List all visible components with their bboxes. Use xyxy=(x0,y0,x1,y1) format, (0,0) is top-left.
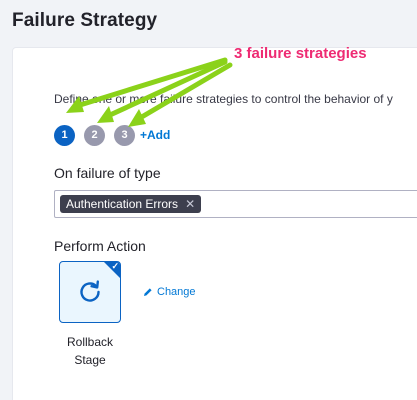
strategy-description: Define one or more failure strategies to… xyxy=(54,92,393,106)
annotation-label: 3 failure strategies xyxy=(234,45,367,62)
action-label-line-2: Stage xyxy=(74,353,106,367)
failure-strategy-page: Failure Strategy Define one or more fail… xyxy=(0,0,417,400)
failure-type-tag: Authentication Errors ✕ xyxy=(60,195,202,213)
check-icon: ✓ xyxy=(111,261,119,271)
pencil-icon xyxy=(144,288,152,296)
close-icon[interactable]: ✕ xyxy=(185,195,195,213)
failure-type-tag-label: Authentication Errors xyxy=(66,197,179,211)
strategy-step-2[interactable]: 2 xyxy=(84,124,105,146)
rollback-stage-tile[interactable]: ✓ xyxy=(59,261,121,323)
perform-action-label: Perform Action xyxy=(54,238,146,254)
rollback-stage-label: Rollback Stage xyxy=(59,333,121,369)
rollback-icon xyxy=(80,280,100,302)
change-label: Change xyxy=(157,286,196,298)
add-strategy-button[interactable]: +Add xyxy=(140,128,170,142)
failure-type-label: On failure of type xyxy=(54,165,161,181)
strategy-step-1[interactable]: 1 xyxy=(54,124,75,146)
change-action-link[interactable]: Change xyxy=(143,286,196,298)
strategy-step-3[interactable]: 3 xyxy=(114,124,135,146)
page-title: Failure Strategy xyxy=(12,10,158,31)
failure-type-input[interactable]: Authentication Errors ✕ xyxy=(54,190,417,218)
strategy-steps: 1 2 3 +Add xyxy=(54,124,170,146)
action-label-line-1: Rollback xyxy=(66,335,114,349)
